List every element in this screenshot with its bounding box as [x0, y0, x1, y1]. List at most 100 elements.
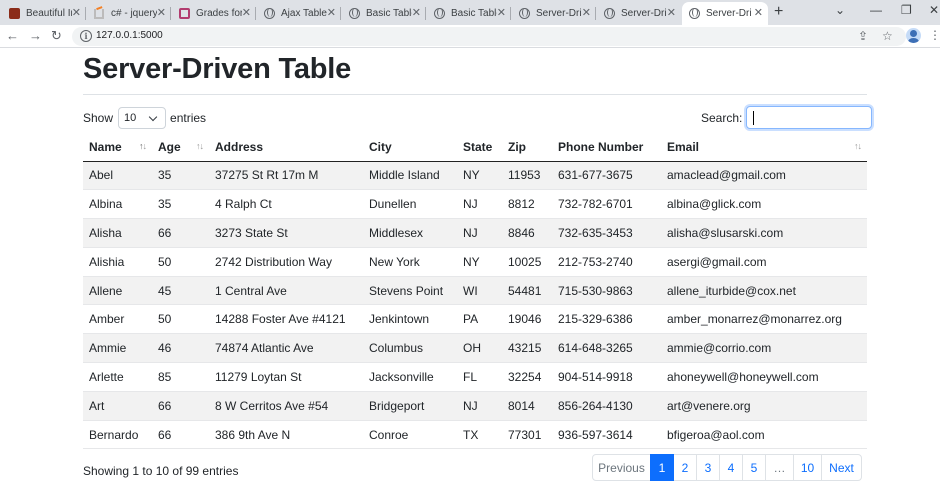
browser-tab[interactable]: Server-Dri ✕ [597, 2, 681, 25]
table-cell: 904-514-9918 [552, 362, 661, 392]
stackoverflow-favicon-icon [93, 5, 105, 20]
close-tab-icon[interactable]: ✕ [667, 7, 676, 19]
tab-title: Server-Dri [621, 8, 667, 19]
tab-search-chevron-icon[interactable]: ⌄ [835, 2, 845, 18]
close-tab-icon[interactable]: ✕ [157, 7, 166, 19]
previous-page-button[interactable]: Previous [592, 454, 651, 481]
column-header-label: Email [667, 139, 700, 154]
page-5-button[interactable]: 5 [742, 454, 766, 481]
url-text[interactable]: 127.0.0.1:5000 [96, 30, 163, 41]
table-row: Art 66 8 W Cerritos Ave #54 Bridgeport NJ 801… [83, 391, 867, 421]
column-header-label: Name [89, 139, 122, 154]
table-cell: 614-648-3265 [552, 333, 661, 364]
minimize-icon[interactable]: — [870, 2, 882, 18]
table-cell: Bernardo [83, 420, 152, 450]
page-3-button[interactable]: 3 [696, 454, 720, 481]
table-cell: OH [457, 333, 502, 364]
table-cell: 43215 [502, 333, 552, 364]
table-cell: 4 Ralph Ct [209, 189, 363, 220]
table-cell: 37275 St Rt 17m M [209, 161, 363, 191]
table-cell: Alishia [83, 247, 152, 277]
new-tab-icon[interactable]: + [774, 3, 783, 21]
browser-tab[interactable]: c# - jquery ✕ [87, 2, 171, 25]
close-tab-icon[interactable]: ✕ [242, 7, 251, 19]
table-cell: Middlesex [363, 218, 457, 248]
close-tab-icon[interactable]: ✕ [754, 7, 763, 19]
page-1-button[interactable]: 1 [650, 454, 674, 481]
globe-icon [518, 8, 530, 20]
table-row: Alisha 66 3273 State St Middlesex NJ 8846 732-… [83, 218, 867, 248]
table-cell: PA [457, 304, 502, 335]
column-header-label: Zip [508, 139, 526, 154]
table-cell: Allene [83, 276, 152, 306]
close-tab-icon[interactable]: ✕ [327, 7, 336, 19]
close-tab-icon[interactable]: ✕ [412, 7, 421, 19]
table-row: Alishia 50 2742 Distribution Way New York NY… [83, 247, 867, 277]
close-tab-icon[interactable]: ✕ [582, 7, 591, 19]
bookmark-star-icon[interactable]: ☆ [882, 29, 893, 43]
browser-tab[interactable]: Ajax Table ✕ [257, 2, 341, 25]
browser-tab[interactable]: Server-Dri ✕ [512, 2, 596, 25]
table-row: Amber 50 14288 Foster Ave #4121 Jenkintown P… [83, 304, 867, 335]
table-cell: 732-782-6701 [552, 189, 661, 220]
browser-tab-active[interactable]: Server-Dri ✕ [682, 2, 768, 25]
table-header-row: Name ↑↓ Age ↑↓ Address City State Zip Phone Numb… [83, 133, 867, 162]
share-icon[interactable]: ⇪ [858, 29, 868, 43]
table-cell: WI [457, 276, 502, 306]
forward-arrow-icon[interactable]: → [29, 27, 42, 45]
table-cell: 8 W Cerritos Ave #54 [209, 391, 363, 421]
tab-title: c# - jquery [111, 8, 157, 19]
tab-separator [255, 7, 256, 20]
table-row: Abel 35 37275 St Rt 17m M Middle Island NY 11… [83, 161, 867, 191]
column-header-age[interactable]: Age ↑↓ [152, 133, 209, 162]
table-cell: 212-753-2740 [552, 247, 661, 277]
site-info-icon[interactable]: i [80, 30, 92, 42]
text-caret [753, 111, 755, 125]
profile-avatar-icon[interactable] [906, 28, 921, 43]
table-cell: 8812 [502, 189, 552, 220]
close-tab-icon[interactable]: ✕ [72, 7, 81, 19]
table-row: Allene 45 1 Central Ave Stevens Point WI 5448… [83, 276, 867, 306]
restore-icon[interactable]: ❐ [901, 2, 912, 18]
reload-icon[interactable]: ↻ [51, 27, 62, 45]
browser-tab[interactable]: Basic Table ✕ [342, 2, 426, 25]
entries-per-page-select[interactable]: 10 [118, 107, 167, 129]
table-cell: 11279 Loytan St [209, 362, 363, 392]
table-cell: Art [83, 391, 152, 421]
table-cell: New York [363, 247, 457, 277]
browser-tab[interactable]: Grades for ✕ [172, 2, 256, 25]
table-cell: 14288 Foster Ave #4121 [209, 304, 363, 335]
column-header-label: Phone Number [558, 139, 644, 154]
next-page-button[interactable]: Next [821, 454, 862, 481]
menu-kebab-icon[interactable]: ⋮ [929, 27, 940, 43]
close-window-icon[interactable]: ✕ [929, 2, 939, 18]
column-header-address: Address [209, 133, 363, 162]
tab-title: Server-Dri [536, 8, 582, 19]
table-cell: TX [457, 420, 502, 450]
table-cell: NJ [457, 218, 502, 248]
column-header-label: Age [158, 139, 181, 154]
table-cell: 386 9th Ave N [209, 420, 363, 450]
browser-tab[interactable]: Basic Table ✕ [427, 2, 511, 25]
page-2-button[interactable]: 2 [673, 454, 697, 481]
address-bar[interactable]: i 127.0.0.1:5000 ⇪ ☆ [72, 27, 906, 46]
browser-tab-strip: Beautiful In ✕ c# - jquery ✕ Grades for … [0, 0, 940, 25]
column-header-email[interactable]: Email ↑↓ [661, 133, 867, 162]
table-cell: 45 [152, 276, 209, 306]
search-input[interactable] [746, 106, 873, 129]
column-header-phone-number: Phone Number [552, 133, 661, 162]
page-10-button[interactable]: 10 [793, 454, 822, 481]
browser-tab[interactable]: Beautiful In ✕ [2, 2, 86, 25]
column-header-name[interactable]: Name ↑↓ [83, 133, 152, 162]
globe-icon [433, 8, 445, 20]
close-tab-icon[interactable]: ✕ [497, 7, 506, 19]
table-cell: 50 [152, 247, 209, 277]
table-cell: Ammie [83, 333, 152, 364]
globe-icon [603, 8, 615, 20]
back-arrow-icon[interactable]: ← [6, 27, 19, 45]
table-cell: 54481 [502, 276, 552, 306]
page-4-button[interactable]: 4 [719, 454, 743, 481]
table-cell: amaclead@gmail.com [661, 161, 867, 191]
tab-title: Grades for [196, 8, 242, 19]
tab-separator [425, 7, 426, 20]
